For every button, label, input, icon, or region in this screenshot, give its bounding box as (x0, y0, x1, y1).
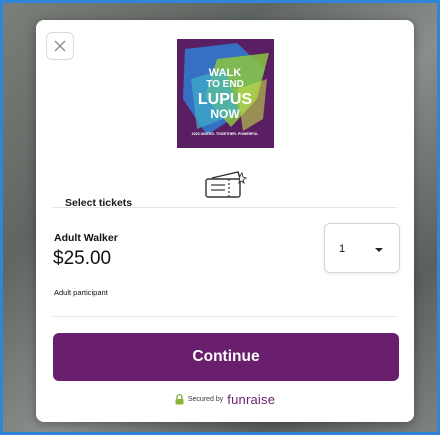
secured-by-footer: Secured by funraise (36, 392, 414, 407)
divider (53, 316, 397, 317)
divider (53, 207, 397, 208)
quantity-value: 1 (339, 243, 346, 255)
ticket-icon (202, 168, 248, 202)
svg-text:NOW: NOW (210, 107, 240, 121)
ticket-price: $25.00 (53, 248, 112, 269)
secured-by-label: Secured by (187, 396, 224, 403)
close-button[interactable] (46, 32, 74, 60)
continue-button[interactable]: Continue (53, 333, 399, 381)
close-icon (54, 40, 66, 52)
quantity-select[interactable]: 1 (324, 223, 400, 273)
svg-text:LUPUS: LUPUS (198, 91, 253, 108)
ticket-name: Adult Walker (54, 232, 118, 244)
svg-text:2023 UNITED. TOGETHER. POWERFU: 2023 UNITED. TOGETHER. POWERFUL (192, 132, 260, 136)
lock-icon (175, 394, 184, 405)
ticket-modal: WALK TO END LUPUS NOW 2023 UNITED. TOGET… (36, 20, 414, 422)
event-logo: WALK TO END LUPUS NOW 2023 UNITED. TOGET… (177, 39, 274, 148)
chevron-down-icon (375, 248, 383, 252)
funraise-logo: funraise (227, 392, 276, 407)
svg-text:TO END: TO END (206, 79, 244, 90)
svg-text:WALK: WALK (209, 67, 241, 79)
ticket-description: Adult participant (54, 288, 108, 297)
page-frame: WALK TO END LUPUS NOW 2023 UNITED. TOGET… (0, 0, 440, 435)
